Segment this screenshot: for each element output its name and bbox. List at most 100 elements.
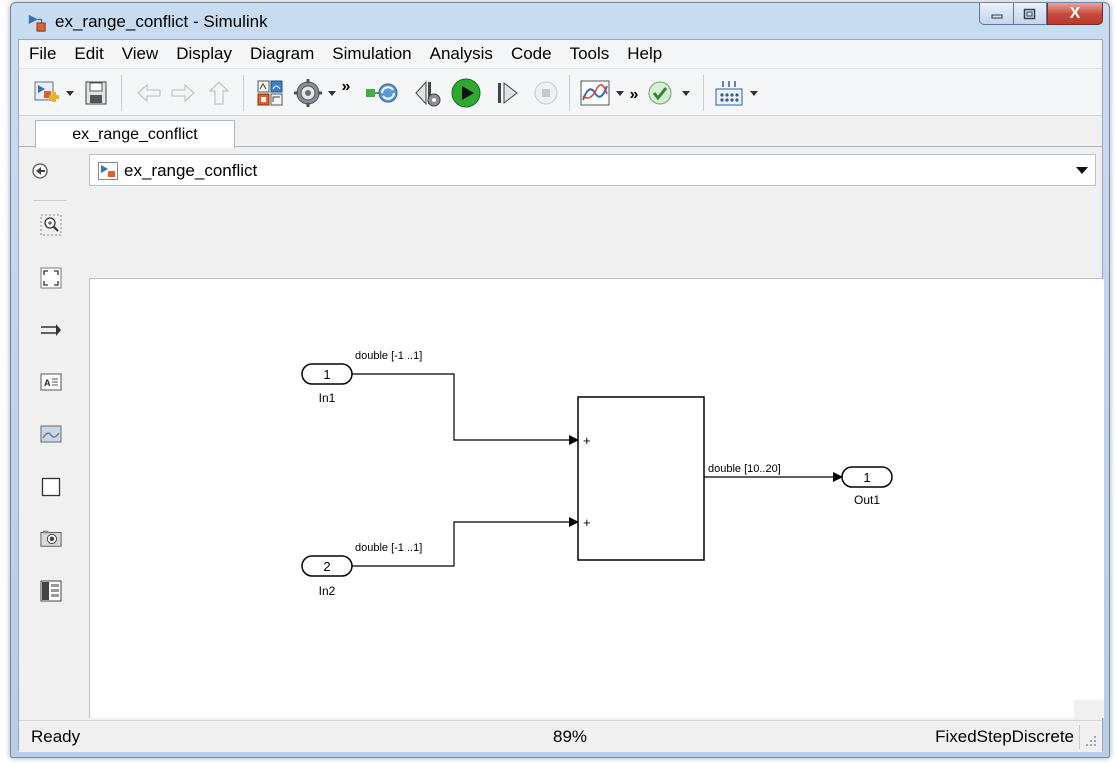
resize-grip-icon[interactable] (1084, 734, 1098, 748)
menu-view[interactable]: View (113, 40, 168, 68)
forward-arrow-icon (171, 83, 195, 103)
forward-button[interactable] (169, 77, 197, 109)
chevron-down-icon (616, 91, 624, 96)
maximize-icon (1023, 8, 1036, 19)
advisor-dropdown[interactable] (679, 77, 693, 109)
status-state: Ready (31, 727, 81, 746)
inport-in1-name: In1 (319, 391, 336, 405)
signal-line-in1[interactable] (352, 373, 579, 445)
screenshot-icon (40, 530, 62, 547)
status-solver[interactable]: FixedStepDiscrete (935, 727, 1074, 747)
menu-display[interactable]: Display (167, 40, 241, 68)
library-browser-icon (257, 80, 283, 106)
tab-ex-range-conflict[interactable]: ex_range_conflict (35, 120, 235, 148)
menu-edit[interactable]: Edit (65, 40, 112, 68)
close-button[interactable]: X (1047, 3, 1103, 25)
up-button[interactable] (205, 77, 233, 109)
scope-dropdown[interactable] (613, 77, 627, 109)
area-icon (41, 477, 61, 497)
gear-icon (294, 79, 322, 107)
inport-in2[interactable]: 2 In2 (301, 555, 353, 598)
chevron-down-icon (66, 91, 74, 96)
scope-icon (580, 80, 610, 106)
annotation-button[interactable]: A (40, 371, 62, 393)
image-icon (40, 425, 62, 443)
toolbar-overflow-2[interactable]: » (627, 79, 641, 111)
stop-icon (534, 81, 558, 105)
annotation-icon: A (40, 373, 62, 391)
update-diagram-button[interactable] (365, 77, 399, 109)
title-bar[interactable]: ex_range_conflict - Simulink X (11, 3, 1109, 39)
model-browser-button[interactable] (40, 580, 62, 602)
menu-help[interactable]: Help (618, 40, 671, 68)
update-diagram-icon (366, 83, 398, 103)
new-model-dropdown[interactable] (63, 77, 77, 109)
chevron-down-icon (328, 91, 336, 96)
chevron-down-icon (750, 91, 758, 96)
explorer-bar: ex_range_conflict (19, 148, 1102, 194)
fit-to-view-button[interactable] (40, 267, 62, 289)
menu-file[interactable]: File (19, 40, 65, 68)
outport-out1-number: 1 (863, 470, 870, 485)
run-icon (451, 78, 481, 108)
fit-to-view-icon (40, 267, 62, 289)
sum-block[interactable]: + + (577, 396, 705, 561)
stop-button[interactable] (531, 77, 561, 109)
inport-in1[interactable]: 1 In1 (301, 363, 353, 405)
new-model-button[interactable] (31, 77, 61, 109)
up-arrow-icon (208, 81, 230, 105)
breakpoints-button[interactable] (713, 77, 745, 109)
breakpoints-icon (715, 81, 743, 106)
step-forward-button[interactable] (493, 77, 523, 109)
status-zoom[interactable]: 89% (553, 727, 587, 747)
hide-browser-icon[interactable] (31, 162, 49, 180)
close-icon: X (1069, 4, 1081, 22)
image-button[interactable] (40, 423, 62, 445)
window-title: ex_range_conflict - Simulink (55, 12, 268, 31)
menu-simulation[interactable]: Simulation (323, 40, 420, 68)
model-advisor-button[interactable] (645, 77, 675, 109)
area-button[interactable] (40, 476, 62, 498)
block-diagram: 1 In1 double [-1 ..1] 2 In2 double [-1 .… (301, 350, 893, 598)
sum-input-2-sign: + (583, 515, 591, 530)
menu-diagram[interactable]: Diagram (241, 40, 323, 68)
back-button[interactable] (135, 77, 163, 109)
screenshot-button[interactable] (40, 527, 62, 549)
model-settings-button[interactable] (293, 77, 323, 109)
new-model-icon (34, 81, 59, 102)
back-arrow-icon (137, 83, 161, 103)
chevron-down-icon[interactable] (1075, 165, 1089, 175)
outport-out1[interactable]: 1 Out1 (841, 466, 893, 507)
menu-tools[interactable]: Tools (561, 40, 619, 68)
menu-bar: File Edit View Display Diagram Simulatio… (19, 40, 1102, 68)
outport-out1-name: Out1 (854, 493, 880, 507)
overflow-icon: » (341, 78, 351, 95)
step-back-button[interactable] (411, 77, 443, 109)
model-browser-icon (40, 580, 62, 602)
signal-label-out[interactable]: double [10..20] (708, 463, 781, 475)
scope-button[interactable] (579, 77, 611, 109)
breakpoints-dropdown[interactable] (747, 77, 761, 109)
minimize-icon (991, 14, 1002, 18)
settings-dropdown[interactable] (325, 77, 339, 109)
block-diagram-canvas[interactable]: 1 In1 double [-1 ..1] 2 In2 double [-1 .… (89, 278, 1104, 718)
menu-analysis[interactable]: Analysis (421, 40, 502, 68)
zoom-icon (40, 214, 62, 236)
signal-label-in2[interactable]: double [-1 ..1] (355, 542, 422, 554)
run-button[interactable] (449, 77, 483, 109)
signal-route-button[interactable] (40, 319, 62, 341)
maximize-button[interactable] (1013, 3, 1047, 25)
save-button[interactable] (81, 77, 111, 109)
step-back-icon (415, 80, 441, 107)
minimize-button[interactable] (979, 3, 1013, 25)
toolbar-overflow-1[interactable]: » (339, 71, 353, 103)
breadcrumb-model-name[interactable]: ex_range_conflict (124, 161, 257, 181)
block-diagram-palette: A (19, 194, 83, 718)
menu-code[interactable]: Code (502, 40, 561, 68)
check-icon (648, 81, 672, 105)
library-browser-button[interactable] (255, 77, 285, 109)
breadcrumb[interactable]: ex_range_conflict (89, 154, 1096, 186)
zoom-button[interactable] (40, 214, 62, 236)
inport-in1-number: 1 (323, 367, 330, 382)
signal-label-in1[interactable]: double [-1 ..1] (355, 350, 422, 362)
